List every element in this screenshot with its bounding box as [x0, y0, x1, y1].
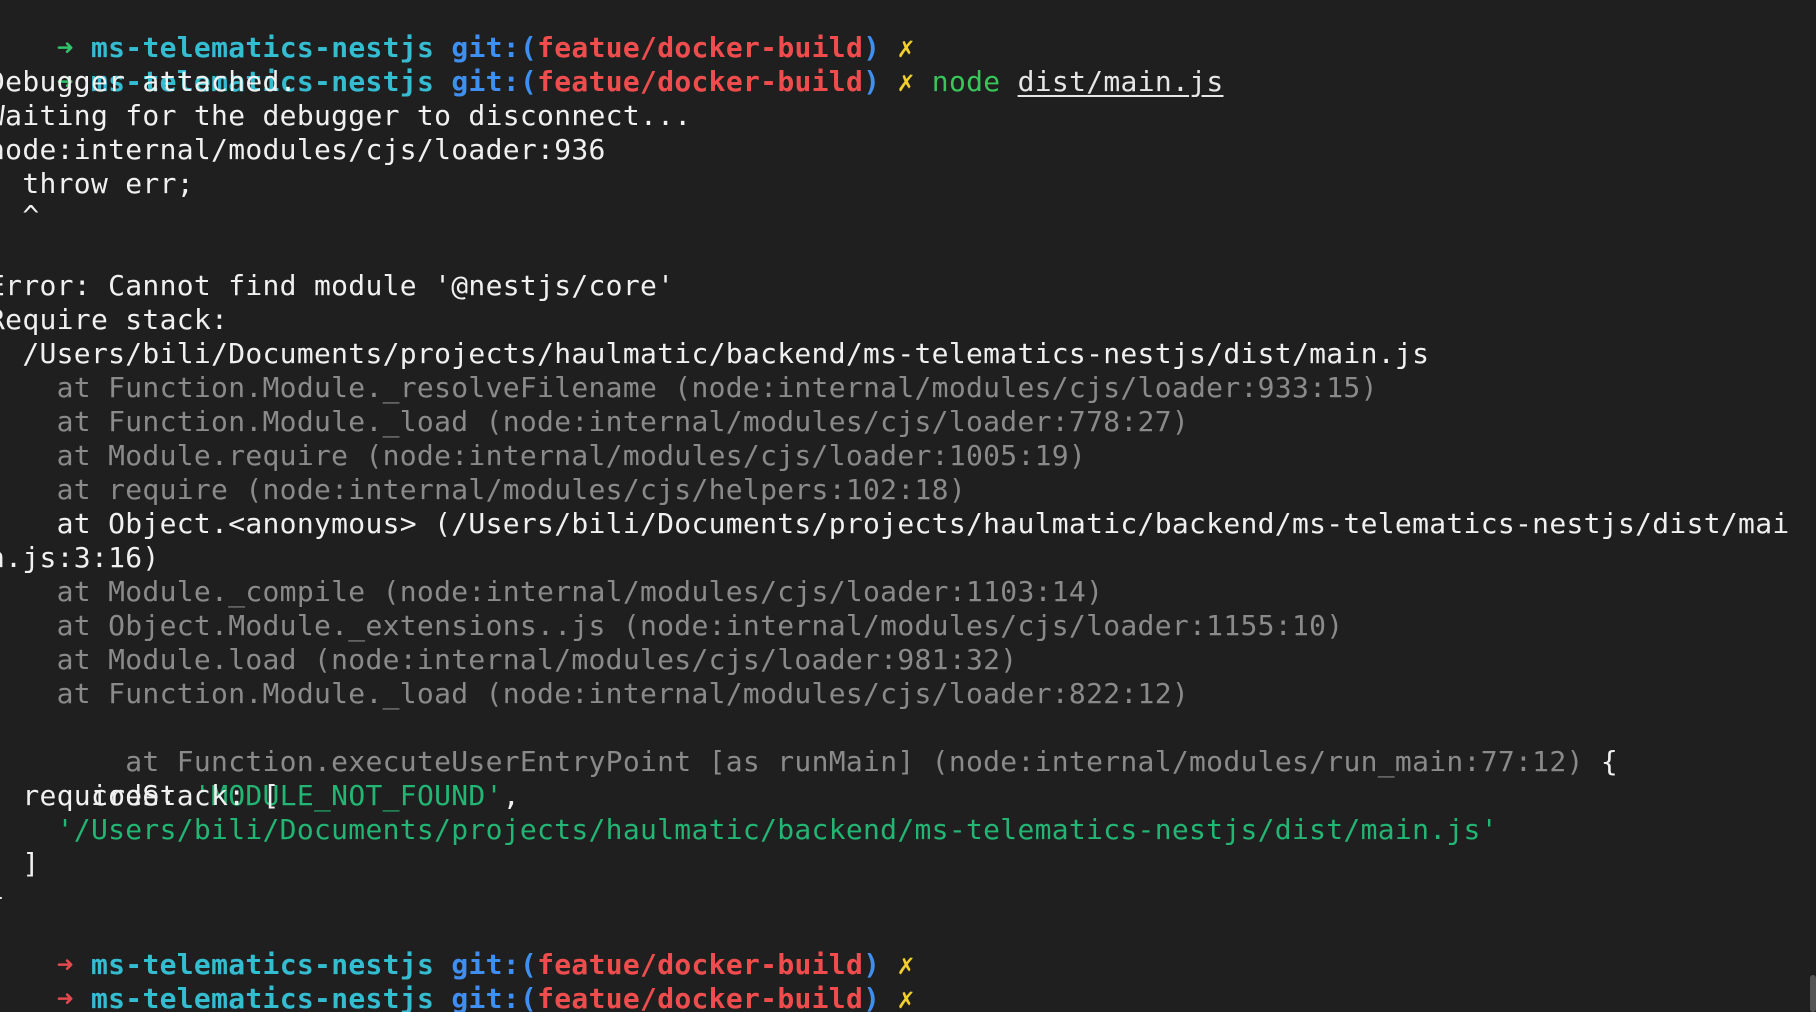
prompt-dirty-icon: ✗ — [897, 65, 915, 98]
output-debugger-attached: Debugger attached. — [0, 65, 297, 98]
object-close-brace: } — [0, 880, 5, 914]
object-open-brace: { — [1583, 745, 1618, 778]
stack-frame: at require (node:internal/modules/cjs/he… — [0, 473, 966, 506]
scrollbar-thumb[interactable] — [1810, 975, 1816, 1012]
stack-frame: at Function.Module._resolveFilename (nod… — [0, 371, 1378, 404]
prompt-line-error: ➜ ms-telematics-nestjs git:(featue/docke… — [0, 948, 915, 1012]
require-stack-close: ] — [22, 847, 40, 880]
command-program: node — [931, 65, 1001, 98]
command-argument-link[interactable]: dist/main.js — [1018, 65, 1224, 98]
stack-frame-user-wrap: n.js:3:16) — [0, 541, 160, 574]
prompt-line-command: ➜ ms-telematics-nestjs git:(featue/docke… — [0, 31, 1224, 98]
stack-frame: at Module.require (node:internal/modules… — [0, 439, 1087, 472]
stack-frame: at Function.Module._load (node:internal/… — [0, 677, 1190, 710]
stack-frame-last: at Function.executeUserEntryPoint [as ru… — [0, 711, 1618, 778]
error-code-line: code: 'MODULE_NOT_FOUND', — [0, 745, 520, 812]
require-stack-value: '/Users/bili/Documents/projects/haulmati… — [0, 813, 1498, 846]
output-require-stack-label: Require stack: — [0, 303, 229, 336]
prompt-line: ➜ ms-telematics-nestjs git:(featue/docke… — [0, 0, 915, 64]
prompt-git-suffix: ) — [863, 65, 881, 98]
output-throw: throw err; — [0, 167, 194, 200]
prompt-line-active[interactable]: ➜ ms-telematics-nestjs git:(featue/docke… — [0, 982, 938, 1012]
output-waiting: Waiting for the debugger to disconnect..… — [0, 99, 692, 132]
prompt-branch: featue/docker-build — [537, 65, 864, 98]
stack-frame: at Object.Module._extensions..js (node:i… — [0, 609, 1344, 642]
prompt-git-prefix: git:( — [451, 65, 538, 98]
terminal-window[interactable]: ➜ ms-telematics-nestjs git:(featue/docke… — [0, 0, 1816, 1012]
output-caret: ^ — [22, 199, 40, 232]
stack-frame: at Module.load (node:internal/modules/cj… — [0, 643, 1018, 676]
output-require-stack-entry: - /Users/bili/Documents/projects/haulmat… — [0, 337, 1430, 370]
stack-frame-user: at Object.<anonymous> (/Users/bili/Docum… — [0, 507, 1790, 540]
stack-frame: at Module._compile (node:internal/module… — [0, 575, 1104, 608]
require-stack-key: requireStack: [ — [0, 779, 280, 812]
output-error-message: Error: Cannot find module '@nestjs/core' — [0, 269, 675, 302]
prompt-line-error: ➜ ms-telematics-nestjs git:(featue/docke… — [0, 914, 915, 981]
error-code-comma: , — [502, 779, 520, 812]
stack-frame: at Function.Module._load (node:internal/… — [0, 405, 1190, 438]
output-loader-location: node:internal/modules/cjs/loader:936 — [0, 133, 606, 166]
